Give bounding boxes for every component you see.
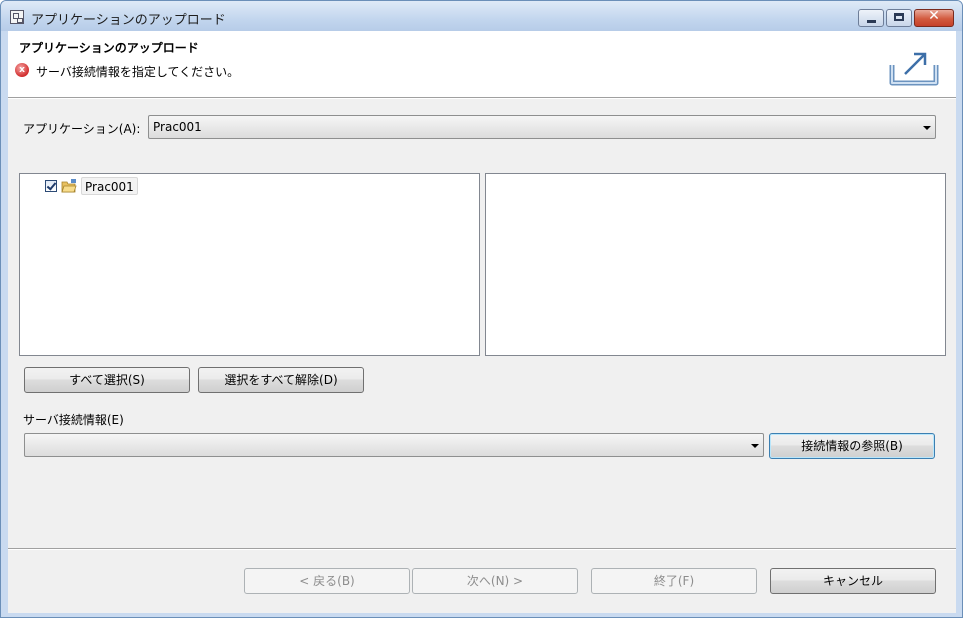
title-bar[interactable]: アプリケーションのアップロード ✕ [1, 1, 962, 31]
chevron-down-icon[interactable] [751, 444, 759, 448]
upload-banner-icon [889, 52, 939, 86]
cancel-button[interactable]: キャンセル [770, 568, 936, 594]
application-combo-value: Prac001 [153, 120, 202, 134]
server-info-label: サーバ接続情報(E) [23, 413, 124, 427]
close-icon: ✕ [928, 8, 940, 24]
app-icon [10, 10, 24, 24]
page-title: アプリケーションのアップロード [19, 41, 199, 55]
maximize-icon [894, 13, 904, 21]
finish-button[interactable]: 終了(F) [591, 568, 757, 594]
resource-list[interactable] [485, 173, 946, 356]
error-message: サーバ接続情報を指定してください。 [36, 65, 240, 79]
browse-connection-button[interactable]: 接続情報の参照(B) [769, 433, 935, 459]
deselect-all-button[interactable]: 選択をすべて解除(D) [198, 367, 364, 393]
chevron-down-icon[interactable] [923, 126, 931, 130]
dialog-window: アプリケーションのアップロード ✕ アプリケーションのアップロード x サーバ接… [0, 0, 963, 618]
next-button[interactable]: 次へ(N) > [412, 568, 578, 594]
select-all-button[interactable]: すべて選択(S) [24, 367, 190, 393]
window-title: アプリケーションのアップロード [31, 13, 226, 28]
wizard-header: アプリケーションのアップロード x サーバ接続情報を指定してください。 [8, 31, 956, 97]
server-info-combo[interactable] [24, 433, 764, 457]
application-tree[interactable]: Prac001 [19, 173, 480, 356]
header-separator [8, 97, 956, 99]
application-label: アプリケーション(A): [23, 122, 141, 136]
maximize-button[interactable] [886, 9, 912, 27]
minimize-icon [867, 20, 876, 23]
tree-item-label[interactable]: Prac001 [81, 177, 138, 195]
project-folder-icon [61, 179, 77, 193]
close-button[interactable]: ✕ [914, 8, 954, 27]
error-icon: x [15, 63, 29, 77]
footer-separator [8, 548, 956, 550]
minimize-button[interactable] [858, 9, 884, 27]
dialog-client-area: アプリケーションのアップロード x サーバ接続情報を指定してください。 アプリケ… [8, 31, 956, 613]
application-combo[interactable]: Prac001 [148, 115, 936, 139]
back-button[interactable]: < 戻る(B) [244, 568, 410, 594]
tree-item-checkbox[interactable] [45, 180, 57, 192]
